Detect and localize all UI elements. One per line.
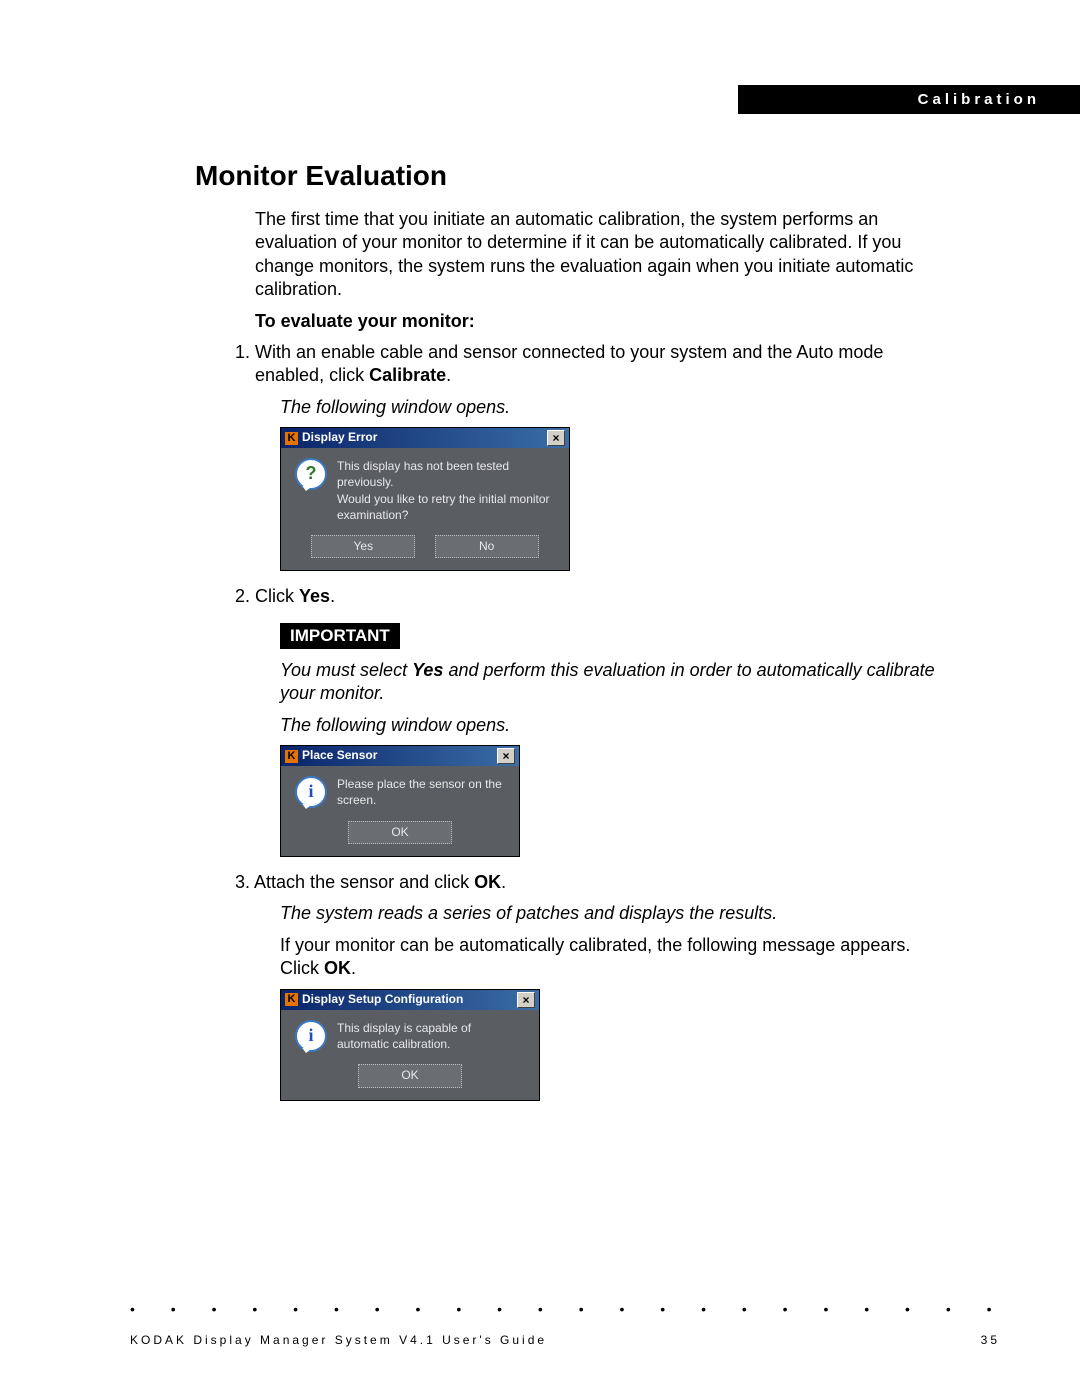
ok-button[interactable]: OK (358, 1064, 462, 1088)
close-icon[interactable]: × (517, 992, 535, 1008)
important-badge: IMPORTANT (280, 623, 400, 649)
step-text: Click (255, 586, 299, 606)
header-section-tab: Calibration (738, 85, 1080, 114)
step-num: 2. (235, 586, 250, 606)
dialog-titlebar: K Display Error × (281, 428, 569, 448)
dialog-line-1: This display has not been tested previou… (337, 458, 555, 490)
system-reads-note: The system reads a series of patches and… (280, 902, 935, 925)
step-num: 3. (235, 872, 250, 892)
window-opens-note-1: The following window opens. (280, 396, 935, 419)
important-bold: Yes (412, 660, 443, 680)
auto-calibrate-note: If your monitor can be automatically cal… (280, 934, 935, 981)
dialog-title: Display Error (302, 430, 377, 446)
page: Calibration Monitor Evaluation The first… (0, 0, 1080, 1397)
info-icon: i (295, 1020, 327, 1052)
dialog-display-error: K Display Error × ? This display has not… (280, 427, 570, 571)
step-bold: OK (474, 872, 501, 892)
dialog-message: This display is capable of automatic cal… (337, 1020, 525, 1052)
dialog-title: Place Sensor (302, 748, 377, 764)
auto-bold: OK (324, 958, 351, 978)
step-2: 2. Click Yes. (255, 585, 935, 608)
yes-button[interactable]: Yes (311, 535, 415, 559)
kodak-logo-icon: K (285, 432, 298, 445)
step-1: 1. With an enable cable and sensor conne… (255, 341, 935, 388)
step-text: Attach the sensor and click (254, 872, 474, 892)
footer-book-title: KODAK Display Manager System V4.1 User's… (130, 1333, 547, 1347)
important-a: You must select (280, 660, 412, 680)
close-icon[interactable]: × (497, 748, 515, 764)
step-text-tail: . (501, 872, 506, 892)
dialog-message: This display has not been tested previou… (337, 458, 555, 523)
auto-a: If your monitor can be automatically cal… (280, 935, 910, 978)
dialog-title: Display Setup Configuration (302, 992, 463, 1008)
question-icon: ? (295, 458, 327, 490)
step-bold: Yes (299, 586, 330, 606)
dialog-place-sensor: K Place Sensor × i Please place the sens… (280, 745, 520, 857)
intro-paragraph: The first time that you initiate an auto… (255, 208, 935, 302)
kodak-logo-icon: K (285, 993, 298, 1006)
close-icon[interactable]: × (547, 430, 565, 446)
footer-dot-rule: • • • • • • • • • • • • • • • • • • • • … (130, 1301, 1000, 1317)
dialog-line-2: Would you like to retry the initial moni… (337, 491, 555, 523)
window-opens-note-2: The following window opens. (280, 714, 935, 737)
dialog-titlebar: K Place Sensor × (281, 746, 519, 766)
procedure-subhead: To evaluate your monitor: (255, 310, 935, 333)
step-text-tail: . (446, 365, 451, 385)
page-title: Monitor Evaluation (195, 160, 447, 192)
page-footer: KODAK Display Manager System V4.1 User's… (130, 1333, 1000, 1347)
step-text-tail: . (330, 586, 335, 606)
info-icon: i (295, 776, 327, 808)
content-body: The first time that you initiate an auto… (255, 200, 935, 1115)
page-number: 35 (981, 1333, 1000, 1347)
auto-c: . (351, 958, 356, 978)
step-text: With an enable cable and sensor connecte… (255, 342, 883, 385)
kodak-logo-icon: K (285, 750, 298, 763)
important-note: You must select Yes and perform this eva… (280, 659, 935, 706)
ok-button[interactable]: OK (348, 821, 452, 845)
step-bold: Calibrate (369, 365, 446, 385)
step-num: 1. (235, 342, 250, 362)
dialog-display-setup: K Display Setup Configuration × i This d… (280, 989, 540, 1101)
step-3: 3. Attach the sensor and click OK. (255, 871, 935, 894)
dialog-titlebar: K Display Setup Configuration × (281, 990, 539, 1010)
no-button[interactable]: No (435, 535, 539, 559)
dialog-message: Please place the sensor on the screen. (337, 776, 505, 808)
